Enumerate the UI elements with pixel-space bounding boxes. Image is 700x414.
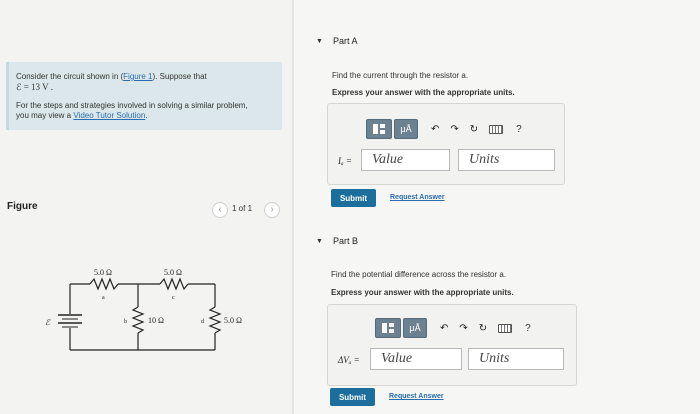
reset-icon[interactable]: ↻ <box>470 124 478 135</box>
video-text-pre: you may view a <box>16 111 74 120</box>
reset-icon[interactable]: ↻ <box>479 323 487 334</box>
part-a-toolbar: μÅ ↶ ↷ ↻ ? <box>366 119 522 139</box>
units-button[interactable]: μÅ <box>394 119 418 139</box>
redo-icon[interactable]: ↷ <box>450 124 458 135</box>
part-b-header[interactable]: ▼ Part B <box>316 236 358 246</box>
part-b-request-answer-link[interactable]: Request Answer <box>389 393 444 400</box>
part-b-instruction: Express your answer with the appropriate… <box>331 288 514 297</box>
label-r-right: 5.0 Ω <box>224 316 242 325</box>
right-pane: ▼ Part A Find the current through the re… <box>294 0 700 414</box>
resistor-top-left <box>89 277 119 291</box>
pager-text: 1 of 1 <box>232 204 253 213</box>
label-r-top-left: 5.0 Ω <box>94 268 112 277</box>
pager-prev-button[interactable]: ‹ <box>212 202 228 218</box>
emf-label: ℰ <box>45 318 51 327</box>
part-b-units-input[interactable]: Units <box>468 348 564 370</box>
intro-line-4: you may view a Video Tutor Solution. <box>16 111 148 121</box>
help-button[interactable]: ? <box>525 323 531 334</box>
part-a-question: Find the current through the resistor a. <box>332 71 469 80</box>
part-b-question: Find the potential difference across the… <box>331 270 507 279</box>
part-b-toolbar: μÅ ↶ ↷ ↻ ? <box>375 318 531 338</box>
template-icon[interactable] <box>366 119 392 139</box>
collapse-caret-icon[interactable]: ▼ <box>316 38 323 45</box>
keyboard-icon[interactable] <box>498 323 513 333</box>
part-a-request-answer-link[interactable]: Request Answer <box>390 194 445 201</box>
part-a-title: Part A <box>332 36 358 46</box>
part-b-title: Part B <box>332 236 358 246</box>
part-b-variable-label: ΔVₐ = <box>338 355 360 365</box>
template-icon[interactable] <box>375 318 401 338</box>
part-b-answer-box <box>327 304 577 386</box>
redo-icon[interactable]: ↷ <box>459 323 467 334</box>
part-b-value-input[interactable]: Value <box>370 348 462 370</box>
emf-value: ℰ = 13 V . <box>16 82 53 92</box>
part-a-units-input[interactable]: Units <box>458 149 555 171</box>
intro-text-post: ). Suppose that <box>152 72 207 81</box>
help-button[interactable]: ? <box>516 124 522 135</box>
undo-icon[interactable]: ↶ <box>431 124 439 135</box>
node-a-label: a <box>102 295 105 301</box>
node-c-label: c <box>172 295 175 301</box>
left-pane: Consider the circuit shown in (Figure 1)… <box>0 0 292 414</box>
video-tutor-link[interactable]: Video Tutor Solution <box>73 111 145 120</box>
resistor-middle <box>131 306 145 334</box>
intro-text-pre: Consider the circuit shown in ( <box>16 72 124 81</box>
intro-line-1: Consider the circuit shown in (Figure 1)… <box>16 72 207 82</box>
resistor-top-right <box>159 277 189 291</box>
part-a-value-input[interactable]: Value <box>361 149 450 171</box>
collapse-caret-icon[interactable]: ▼ <box>316 238 323 245</box>
battery-icon <box>58 314 82 328</box>
pager-next-button[interactable]: › <box>264 202 280 218</box>
figure-link[interactable]: Figure 1 <box>123 72 152 81</box>
circuit-diagram: ℰ 5.0 Ω 5.0 Ω 10 Ω 5.0 Ω a b c d <box>45 268 242 351</box>
intro-line-3: For the steps and strategies involved in… <box>16 101 248 110</box>
figure-title: Figure <box>7 201 38 212</box>
resistor-right <box>208 306 222 334</box>
label-r-middle: 10 Ω <box>148 316 164 325</box>
part-a-instruction: Express your answer with the appropriate… <box>332 88 515 97</box>
part-a-answer-box <box>327 103 565 185</box>
part-a-header[interactable]: ▼ Part A <box>316 36 357 46</box>
part-b-submit-button[interactable]: Submit <box>330 388 375 406</box>
part-a-submit-button[interactable]: Submit <box>331 189 376 207</box>
undo-icon[interactable]: ↶ <box>440 323 448 334</box>
label-r-top-right: 5.0 Ω <box>164 268 182 277</box>
node-b-label: b <box>124 319 127 325</box>
problem-intro: Consider the circuit shown in (Figure 1)… <box>6 62 282 130</box>
keyboard-icon[interactable] <box>489 124 504 134</box>
node-d-label: d <box>201 319 204 325</box>
units-button[interactable]: μÅ <box>403 318 427 338</box>
video-text-post: . <box>145 111 148 120</box>
part-a-variable-label: Iₐ = <box>338 156 352 166</box>
